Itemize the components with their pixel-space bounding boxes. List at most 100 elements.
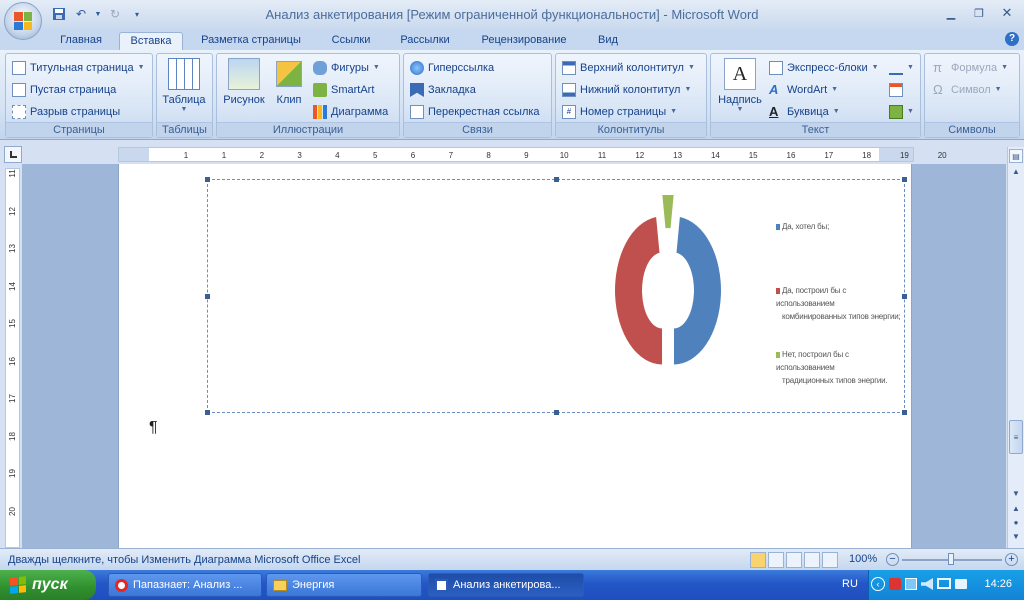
shapes-button[interactable]: Фигуры ▼ bbox=[313, 58, 380, 78]
browse-object-icon[interactable]: ● bbox=[1009, 516, 1023, 528]
group-label: Колонтитулы bbox=[556, 122, 706, 137]
legend-text: Нет, построил бы с использованием bbox=[776, 348, 904, 374]
full-screen-reading-icon[interactable] bbox=[768, 552, 784, 568]
tray-expand-icon[interactable]: ‹ bbox=[871, 577, 885, 591]
next-page-icon[interactable]: ▼ bbox=[1009, 530, 1023, 542]
resize-handle[interactable] bbox=[554, 177, 559, 182]
ruler-tick-label: 20 bbox=[8, 506, 17, 516]
help-icon[interactable]: ? bbox=[1005, 32, 1019, 46]
tab-mailings[interactable]: Рассылки bbox=[392, 32, 458, 50]
opera-icon bbox=[115, 578, 128, 592]
legend-text: комбинированных типов энергии; bbox=[776, 310, 904, 323]
printer-icon[interactable] bbox=[955, 579, 967, 589]
network-icon[interactable] bbox=[905, 578, 917, 590]
blank-page-button[interactable]: Пустая страница bbox=[12, 80, 116, 100]
object-button[interactable]: ▼ bbox=[889, 102, 914, 122]
wordart-button[interactable]: A WordArt ▼ bbox=[769, 80, 838, 100]
text-box-button[interactable]: A Надпись ▼ bbox=[714, 58, 766, 113]
cover-page-button[interactable]: Титульная страница ▼ bbox=[12, 58, 145, 78]
table-icon bbox=[168, 58, 200, 90]
signature-icon bbox=[889, 61, 903, 75]
table-button[interactable]: Таблица ▼ bbox=[161, 58, 207, 113]
page-break-icon bbox=[12, 105, 26, 119]
clip-art-button[interactable]: Клип bbox=[269, 58, 309, 106]
draft-icon[interactable] bbox=[822, 552, 838, 568]
header-button[interactable]: Верхний колонтитул ▼ bbox=[562, 58, 695, 78]
monitor-icon[interactable] bbox=[937, 578, 951, 589]
zoom-level[interactable]: 100% bbox=[849, 553, 877, 565]
word-window: ↶ ▼ ↻ ▾ Анализ анкетирования [Режим огра… bbox=[0, 0, 1024, 600]
web-layout-icon[interactable] bbox=[786, 552, 802, 568]
resize-handle[interactable] bbox=[554, 410, 559, 415]
ruler-tick-label: 13 bbox=[673, 151, 683, 160]
resize-handle[interactable] bbox=[902, 177, 907, 182]
print-layout-icon[interactable] bbox=[750, 552, 766, 568]
vertical-scrollbar[interactable]: ▤ ▲ ≡ ▼ ▲ ● ▼ bbox=[1007, 147, 1024, 548]
ruler-tick-label: 16 bbox=[8, 356, 17, 366]
horizontal-ruler[interactable]: 1 1 2 3 4 5 6 7 8 9 10 11 12 13 14 15 16 17 18 19 20 bbox=[118, 147, 947, 162]
resize-handle[interactable] bbox=[205, 177, 210, 182]
view-ruler-icon[interactable]: ▤ bbox=[1009, 149, 1023, 163]
symbol-button[interactable]: Ω Символ ▼ bbox=[933, 80, 1002, 100]
ruler-tick-label: 14 bbox=[8, 281, 17, 291]
zoom-in-icon[interactable]: + bbox=[1005, 553, 1018, 566]
group-tables: Таблица ▼ Таблицы bbox=[156, 53, 213, 138]
start-button[interactable]: пуск bbox=[0, 570, 96, 600]
language-indicator[interactable]: RU bbox=[842, 578, 858, 590]
equation-button[interactable]: π Формула ▼ bbox=[933, 58, 1008, 78]
resize-handle[interactable] bbox=[205, 410, 210, 415]
minimize-icon[interactable]: ▁ bbox=[938, 4, 964, 22]
picture-button[interactable]: Рисунок bbox=[219, 58, 269, 106]
volume-icon[interactable] bbox=[921, 578, 933, 590]
tab-page-layout[interactable]: Разметка страницы bbox=[192, 32, 310, 50]
scroll-thumb[interactable]: ≡ bbox=[1009, 420, 1023, 454]
tab-view[interactable]: Вид bbox=[590, 32, 626, 50]
blank-page-icon bbox=[12, 83, 26, 97]
tab-selector[interactable] bbox=[4, 146, 22, 163]
signature-line-button[interactable]: ▼ bbox=[889, 58, 914, 78]
date-time-button[interactable] bbox=[889, 80, 903, 100]
taskbar-item-folder[interactable]: Энергия bbox=[266, 573, 422, 597]
legend-label: Да, хотел бы; bbox=[782, 222, 830, 231]
tab-references[interactable]: Ссылки bbox=[322, 32, 380, 50]
resize-handle[interactable] bbox=[205, 294, 210, 299]
tab-home[interactable]: Главная bbox=[52, 32, 110, 50]
hyperlink-button[interactable]: Гиперссылка bbox=[410, 58, 494, 78]
quick-parts-button[interactable]: Экспресс-блоки ▼ bbox=[769, 58, 879, 78]
group-header-footer: Верхний колонтитул ▼ Нижний колонтитул ▼ #… bbox=[555, 53, 707, 138]
previous-page-icon[interactable]: ▲ bbox=[1009, 502, 1023, 514]
scroll-down-icon[interactable]: ▼ bbox=[1009, 487, 1023, 499]
zoom-out-icon[interactable]: − bbox=[886, 553, 899, 566]
tab-review[interactable]: Рецензирование bbox=[470, 32, 578, 50]
globe-icon bbox=[410, 61, 424, 75]
resize-handle[interactable] bbox=[902, 410, 907, 415]
ruler-tick-label: 12 bbox=[635, 151, 645, 160]
chart-object[interactable]: Да, хотел бы; Да, построил бы с использов… bbox=[205, 177, 907, 415]
zoom-slider-thumb[interactable] bbox=[948, 553, 954, 565]
cross-reference-button[interactable]: Перекрестная ссылка bbox=[410, 102, 540, 122]
office-button[interactable] bbox=[4, 2, 42, 40]
restore-icon[interactable]: ❐ bbox=[966, 4, 992, 22]
chart-button[interactable]: Диаграмма bbox=[313, 102, 388, 122]
document-page[interactable]: Да, хотел бы; Да, построил бы с использов… bbox=[118, 164, 912, 548]
close-icon[interactable]: ✕ bbox=[994, 4, 1020, 22]
legend-entry: Да, хотел бы; bbox=[776, 220, 829, 233]
legend-text: Да, хотел бы; bbox=[776, 220, 829, 233]
taskbar-item-opera[interactable]: Папазнает: Анализ ... bbox=[108, 573, 262, 597]
scroll-up-icon[interactable]: ▲ bbox=[1009, 165, 1023, 177]
antivirus-icon[interactable] bbox=[889, 578, 901, 590]
drop-cap-button[interactable]: A Буквица ▼ bbox=[769, 102, 840, 122]
tab-insert[interactable]: Вставка bbox=[119, 32, 183, 50]
pie-chart bbox=[615, 195, 721, 365]
outline-icon[interactable] bbox=[804, 552, 820, 568]
taskbar-item-word[interactable]: Анализ анкетирова... bbox=[428, 573, 584, 597]
system-tray: ‹ 14:26 bbox=[868, 570, 1024, 600]
calendar-icon bbox=[889, 83, 903, 97]
page-number-button[interactable]: # Номер страницы ▼ bbox=[562, 102, 677, 122]
vertical-ruler[interactable]: 11 12 13 14 15 16 17 18 19 20 bbox=[5, 168, 20, 548]
smartart-button[interactable]: SmartArt bbox=[313, 80, 374, 100]
page-break-button[interactable]: Разрыв страницы bbox=[12, 102, 120, 122]
bookmark-button[interactable]: Закладка bbox=[410, 80, 476, 100]
dropdown-arrow-icon: ▼ bbox=[684, 86, 692, 93]
footer-button[interactable]: Нижний колонтитул ▼ bbox=[562, 80, 691, 100]
